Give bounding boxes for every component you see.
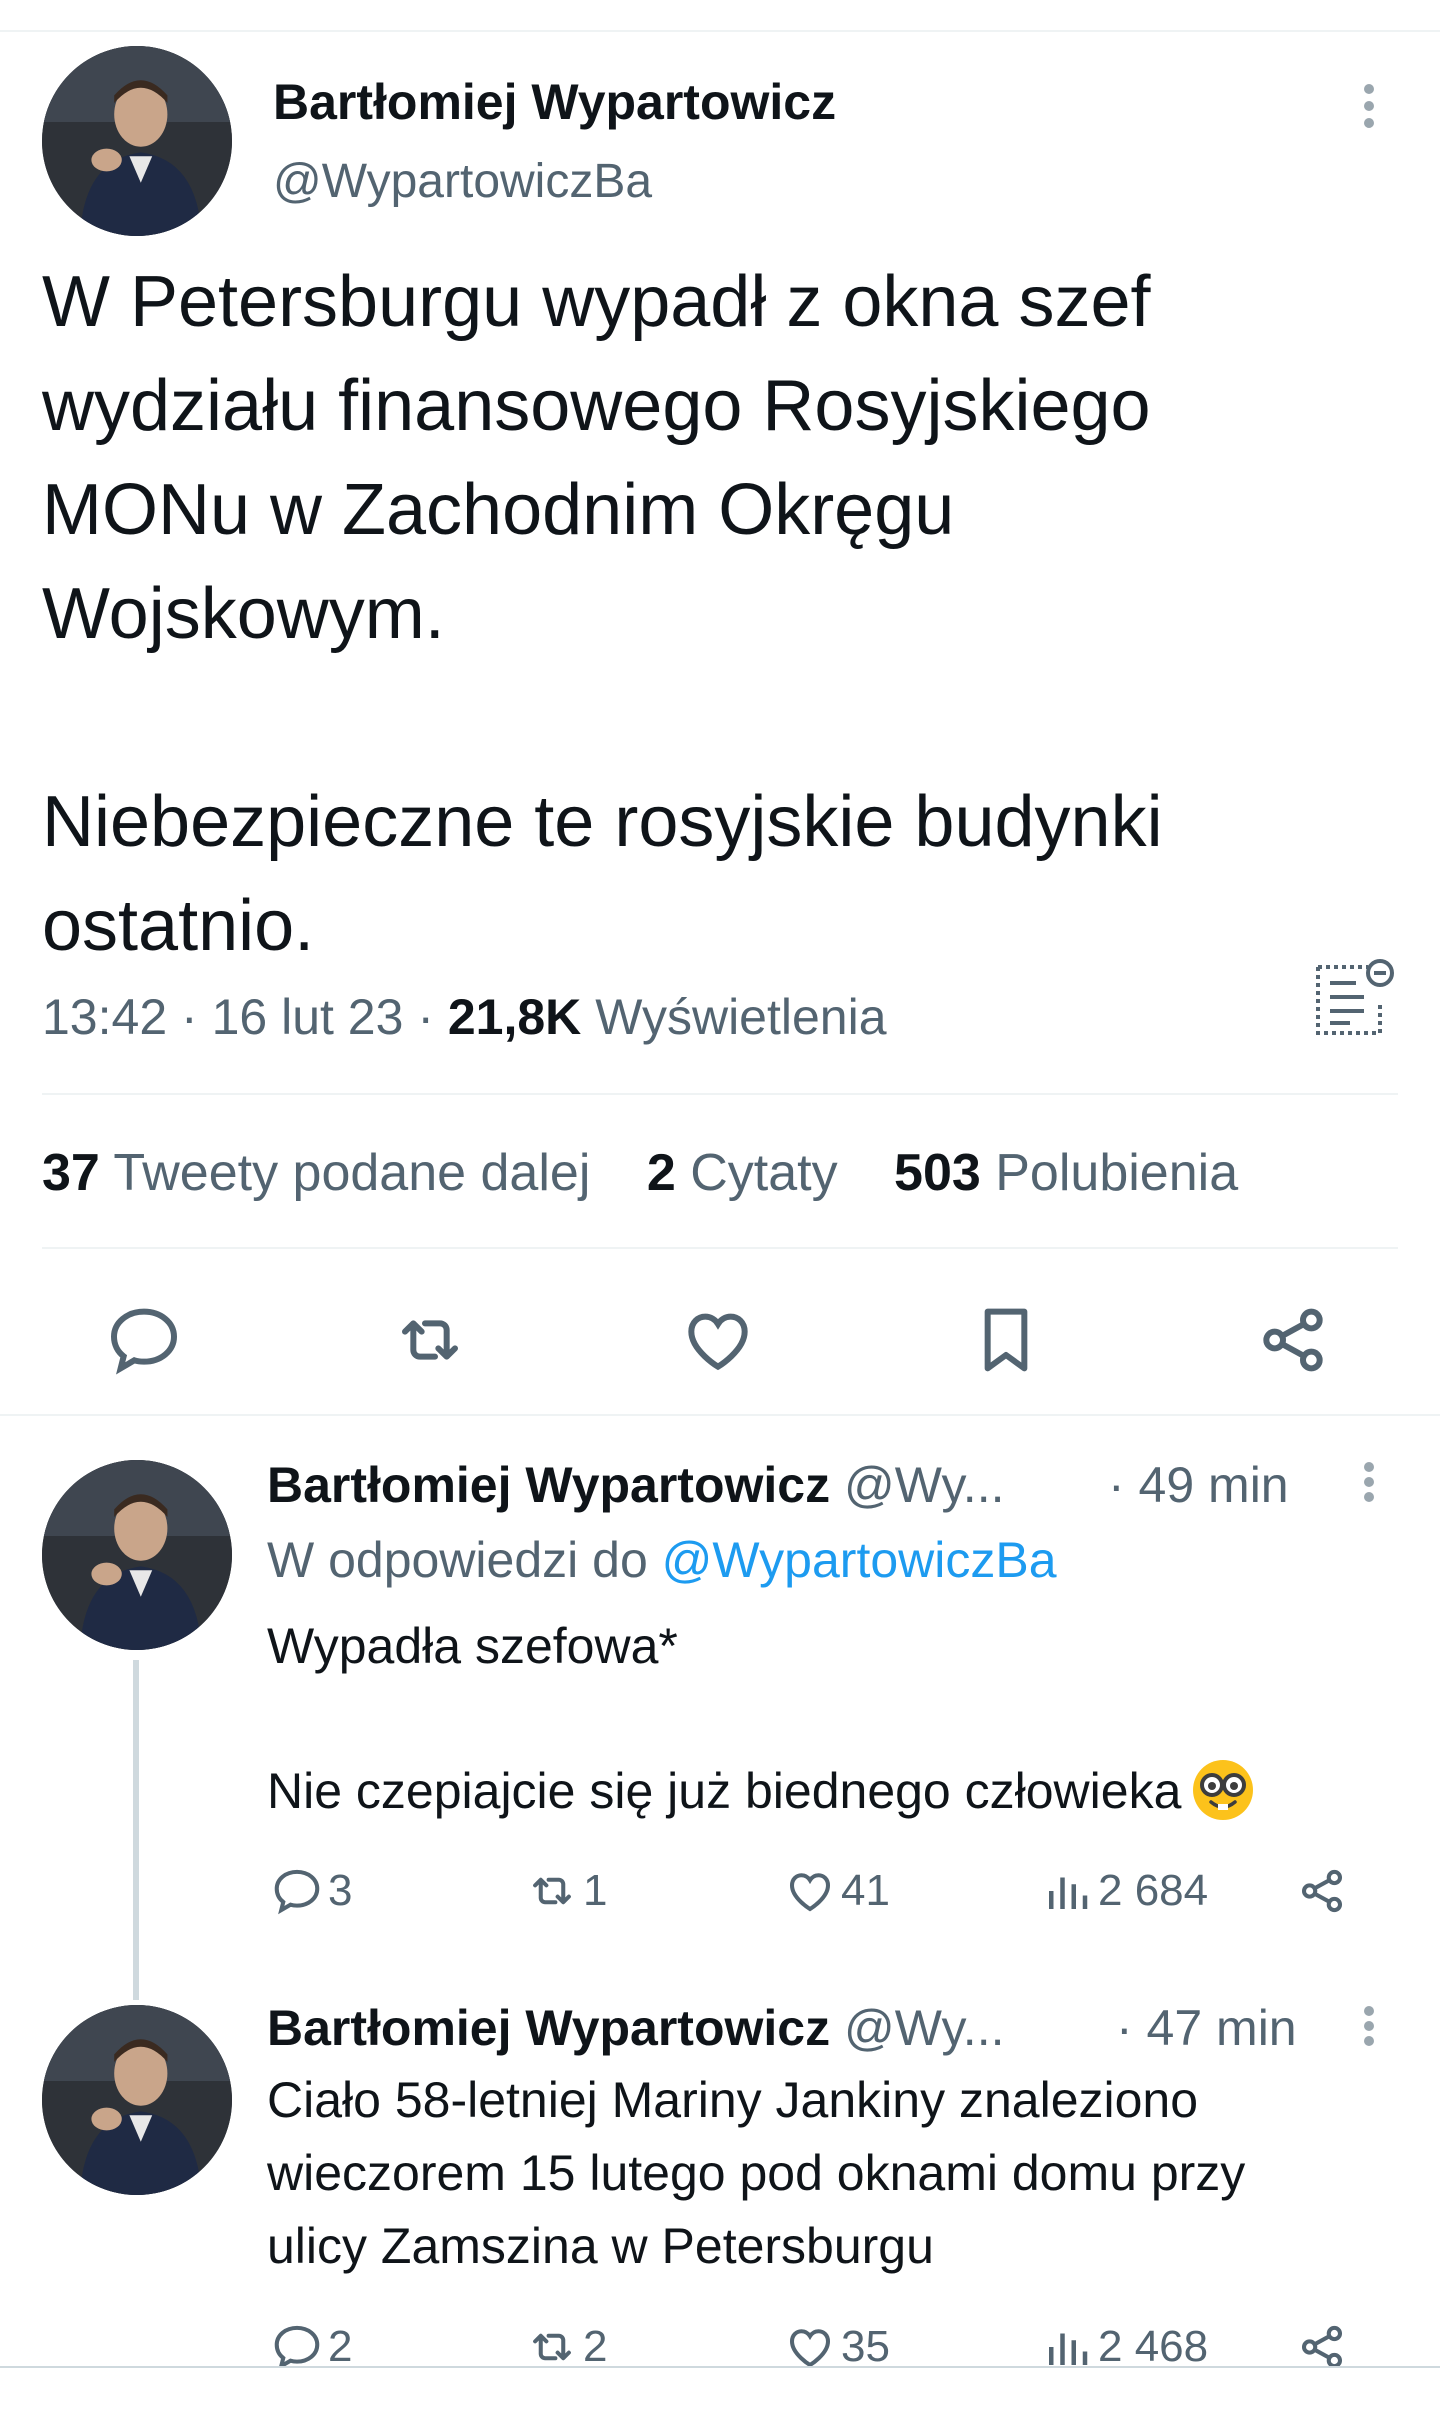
retweet-count: 1: [583, 1866, 608, 1915]
reply-avatar[interactable]: [42, 1460, 232, 1650]
reply-like-button[interactable]: 41: [783, 1864, 890, 1918]
like-count: 35: [841, 2322, 890, 2371]
reply-text-line: ulicy Zamszina w Petersburgu: [267, 2218, 934, 2274]
reply-icon: [110, 1308, 178, 1375]
retweet-count: 2: [583, 2322, 608, 2371]
reply-avatar[interactable]: [42, 2005, 232, 2195]
quotes-stat[interactable]: 2 Cytaty: [647, 1144, 838, 1202]
reply-author-name[interactable]: Bartłomiej Wypartowicz: [267, 1457, 830, 1513]
retweet-icon: [402, 1320, 458, 1360]
more-vertical-icon[interactable]: [1359, 1462, 1379, 1502]
top-divider: [0, 30, 1440, 32]
reply-text-line: wieczorem 15 lutego pod oknami domu przy: [267, 2145, 1246, 2201]
tweet-line: wydziału finansowego Rosyjskiego: [42, 366, 1151, 446]
like-button[interactable]: [678, 1300, 758, 1380]
retweet-icon: [533, 1877, 571, 1905]
share-button[interactable]: [1253, 1300, 1333, 1380]
reply-retweet-button[interactable]: 1: [525, 1864, 607, 1918]
retweets-stat[interactable]: 37 Tweety podane dalej: [42, 1144, 590, 1202]
reply-to-handle-link[interactable]: @WypartowiczBa: [662, 1532, 1057, 1588]
views-count: 21,8K: [447, 989, 582, 1045]
views-label: Wyświetlenia: [595, 989, 887, 1045]
avatar-image: [42, 46, 232, 236]
author-avatar[interactable]: [42, 46, 232, 236]
more-vertical-icon[interactable]: [1359, 2006, 1379, 2046]
tweet-line: Wojskowym.: [42, 574, 445, 654]
author-name[interactable]: Bartłomiej Wypartowicz: [273, 72, 836, 132]
tweet-text: W Petersburgu wypadł z okna szef wydział…: [42, 250, 1372, 978]
tweet-line: ostatnio.: [42, 886, 315, 966]
tweet-date[interactable]: 16 lut 23: [212, 989, 404, 1045]
reply-icon: [274, 1869, 320, 1915]
bookmark-button[interactable]: [966, 1300, 1046, 1380]
reply-author-handle[interactable]: @Wy...: [844, 1457, 1004, 1513]
like-count: 41: [841, 1866, 890, 1915]
translate-icon[interactable]: [1310, 955, 1400, 1045]
share-icon: [1301, 1869, 1343, 1913]
retweet-button[interactable]: [390, 1300, 470, 1380]
reply-header: Bartłomiej Wypartowicz @Wy...: [267, 1453, 1004, 1517]
reply-button[interactable]: [104, 1300, 184, 1380]
reply-author-name[interactable]: Bartłomiej Wypartowicz: [267, 2000, 830, 2056]
heart-icon: [789, 1873, 831, 1912]
reply-header: Bartłomiej Wypartowicz @Wy...: [267, 1996, 1004, 2060]
reply-share-button[interactable]: [1295, 1864, 1353, 1918]
reply-time[interactable]: · 49 min: [1108, 1453, 1289, 1517]
tweet-time[interactable]: 13:42: [42, 989, 167, 1045]
tweet-line: Niebezpieczne te rosyjskie budynki: [42, 782, 1163, 862]
tweet-stats: 37 Tweety podane dalej 2 Cytaty 503 Polu…: [42, 1138, 1280, 1208]
reply-to-line: W odpowiedzi do @WypartowiczBa: [267, 1528, 1057, 1592]
reply-time[interactable]: · 47 min: [1116, 1996, 1297, 2060]
author-handle[interactable]: @WypartowiczBa: [273, 152, 652, 212]
nerd-face-emoji: [1193, 1760, 1254, 1820]
comment-count: 3: [328, 1866, 353, 1915]
tweet-line: W Petersburgu wypadł z okna szef: [42, 262, 1151, 342]
divider: [42, 1093, 1398, 1095]
reply-text-line: Ciało 58-letniej Mariny Jankiny znalezio…: [267, 2072, 1199, 2128]
more-vertical-icon[interactable]: [1359, 84, 1379, 128]
divider: [0, 1414, 1440, 1416]
divider: [42, 1247, 1398, 1249]
bookmark-icon: [984, 1308, 1028, 1372]
tweet-meta: 13:42 · 16 lut 23 · 21,8K Wyświetlenia: [42, 989, 887, 1045]
share-icon: [1263, 1308, 1323, 1372]
reply-to-label: W odpowiedzi do: [267, 1532, 648, 1588]
avatar-image: [42, 1460, 232, 1650]
bottom-cutoff: [0, 2368, 1440, 2415]
thread-line: [133, 1660, 139, 2000]
views-count: 2 684: [1098, 1866, 1209, 1915]
reply-views-button[interactable]: 2 684: [1040, 1864, 1208, 1918]
reply-author-handle[interactable]: @Wy...: [844, 2000, 1004, 2056]
likes-stat[interactable]: 503 Polubienia: [894, 1144, 1238, 1202]
views-count: 2 468: [1098, 2322, 1209, 2371]
heart-icon: [688, 1313, 748, 1371]
comment-count: 2: [328, 2322, 353, 2371]
reply-text-line: Nie czepiajcie się już biednego człowiek…: [267, 1755, 1255, 1828]
views-bar-icon: [1049, 1877, 1088, 1909]
reply-comment-button[interactable]: 3: [270, 1864, 352, 1918]
avatar-image: [42, 2005, 232, 2195]
tweet-line: MONu w Zachodnim Okręgu: [42, 470, 955, 550]
reply-text-line: Wypadła szefowa*: [267, 1618, 678, 1674]
